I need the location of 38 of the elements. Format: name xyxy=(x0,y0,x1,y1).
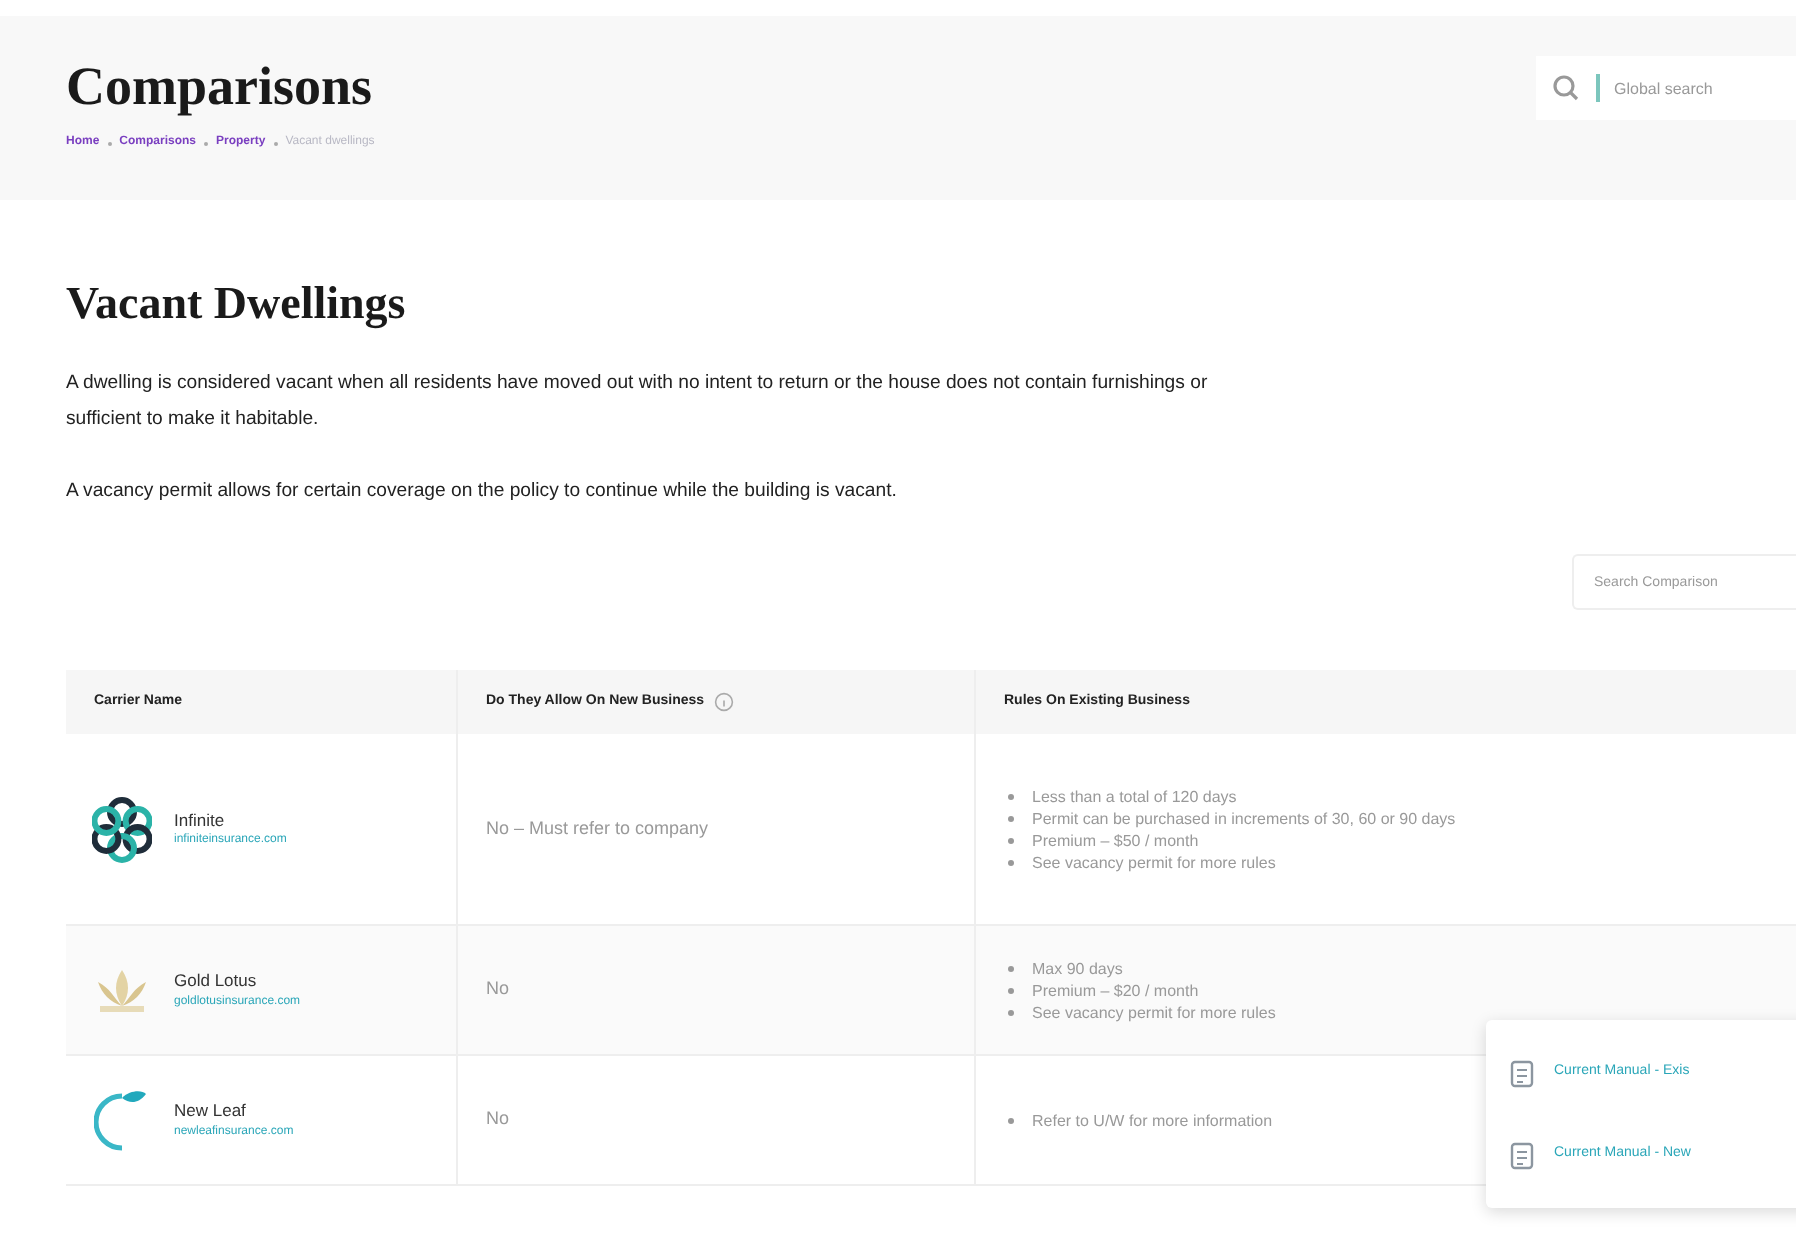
carrier-name: Gold Lotus xyxy=(174,968,259,994)
description-text: A vacancy permit allows for certain coverage on the policy to continue while the building is vacant. xyxy=(66,478,899,506)
bullet-icon xyxy=(1008,837,1014,843)
rule-text: See vacancy permit for more rules xyxy=(1032,1001,1276,1023)
global-search-field[interactable]: Global search xyxy=(1536,56,1796,120)
bullet-icon xyxy=(1008,1117,1014,1123)
description-text: sufficient to make it habitable. xyxy=(66,406,321,434)
bullet-icon xyxy=(1008,859,1014,865)
carrier-name: New Leaf xyxy=(174,1098,248,1124)
flower-logo-icon xyxy=(92,795,152,863)
breadcrumb-separator-icon xyxy=(273,141,278,145)
bullet-icon xyxy=(1008,815,1014,821)
rule-text: Refer to U/W for more information xyxy=(1032,1109,1273,1131)
leaf-logo-icon xyxy=(94,1088,150,1152)
document-icon xyxy=(1510,1059,1534,1087)
rule-text: Premium – $20 / month xyxy=(1032,979,1199,1001)
bullet-icon xyxy=(1008,793,1014,799)
table-cell-text: No xyxy=(486,976,510,1003)
info-icon[interactable] xyxy=(714,692,735,712)
rule-text: Less than a total of 120 days xyxy=(1032,785,1237,807)
carrier-name: Infinite xyxy=(174,807,227,833)
search-icon xyxy=(1552,74,1580,102)
bullet-icon xyxy=(1008,965,1014,971)
rule-text: Premium – $50 / month xyxy=(1032,829,1199,851)
rule-text: See vacancy permit for more rules xyxy=(1032,851,1276,873)
text-cursor xyxy=(1596,74,1600,102)
document-icon xyxy=(1510,1141,1534,1169)
section-title: Vacant Dwellings xyxy=(66,280,408,326)
table-cell-text: No – Must refer to company xyxy=(486,815,709,842)
bullet-icon xyxy=(1008,987,1014,993)
breadcrumb-separator-icon xyxy=(204,141,209,145)
table-cell-text: No xyxy=(486,1106,510,1133)
description-text: A dwelling is considered vacant when all residents have moved out with no intent to return or the house does not contain furnishings or xyxy=(66,370,1210,398)
rule-text: Permit can be purchased in increments of 30, 60 or 90 days xyxy=(1032,807,1456,829)
rule-text: Max 90 days xyxy=(1032,957,1123,979)
page-title: Comparisons xyxy=(66,60,375,114)
bullet-icon xyxy=(1008,1009,1014,1015)
breadcrumb-separator-icon xyxy=(107,141,112,145)
